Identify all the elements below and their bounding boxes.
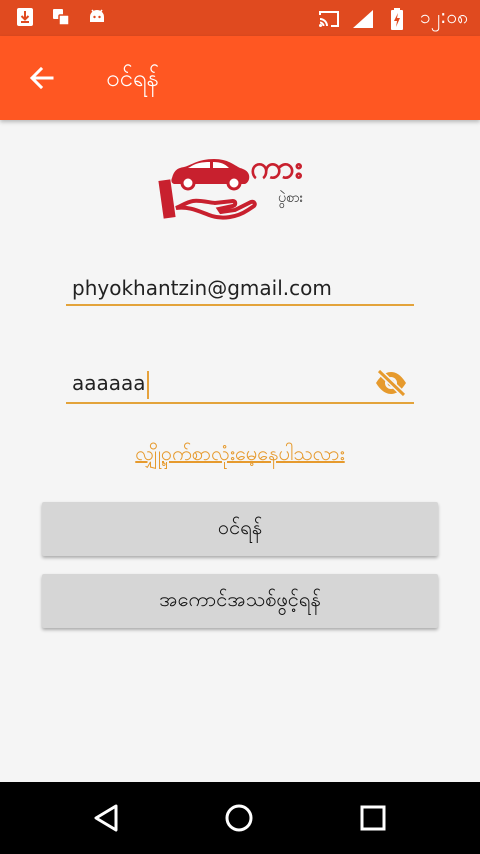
cast-icon <box>318 8 340 30</box>
login-button[interactable]: ဝင်ရန် <box>42 502 438 556</box>
visibility-off-icon[interactable] <box>374 368 408 398</box>
sim-card-icon <box>50 6 72 28</box>
status-bar: ၁၂:၀၈ <box>0 0 480 36</box>
signal-icon <box>352 8 374 30</box>
nav-back-icon[interactable] <box>86 800 126 836</box>
register-button[interactable]: အကောင်အသစ်ဖွင့်ရန် <box>42 574 438 628</box>
app-bar: ဝင်ရန် <box>0 36 480 120</box>
navigation-bar <box>0 782 480 854</box>
logo-title: ကား <box>250 148 303 186</box>
download-icon <box>14 6 36 28</box>
status-time: ၁၂:၀၈ <box>420 6 468 28</box>
nav-recents-icon[interactable] <box>353 800 393 836</box>
back-arrow-icon[interactable] <box>24 60 60 96</box>
password-text: aaaaaa <box>72 371 146 395</box>
logo-subtitle: ပွဲစား <box>278 190 304 206</box>
app-logo: ကား ပွဲစား <box>158 148 328 230</box>
page-title: ဝင်ရန် <box>106 64 159 92</box>
email-underline <box>66 304 414 306</box>
email-input[interactable]: phyokhantzin@gmail.com <box>66 274 414 302</box>
password-input[interactable]: aaaaaa <box>66 366 414 400</box>
battery-charging-icon <box>386 8 408 30</box>
password-underline <box>66 402 414 404</box>
nav-home-icon[interactable] <box>219 800 259 836</box>
android-icon <box>86 6 108 28</box>
email-field[interactable]: phyokhantzin@gmail.com <box>66 274 414 306</box>
password-field[interactable]: aaaaaa <box>66 366 414 404</box>
text-cursor <box>146 370 149 399</box>
forgot-password-link[interactable]: လျှို့ဝှက်စာလုံးမေ့နေပါသလား <box>0 440 480 470</box>
